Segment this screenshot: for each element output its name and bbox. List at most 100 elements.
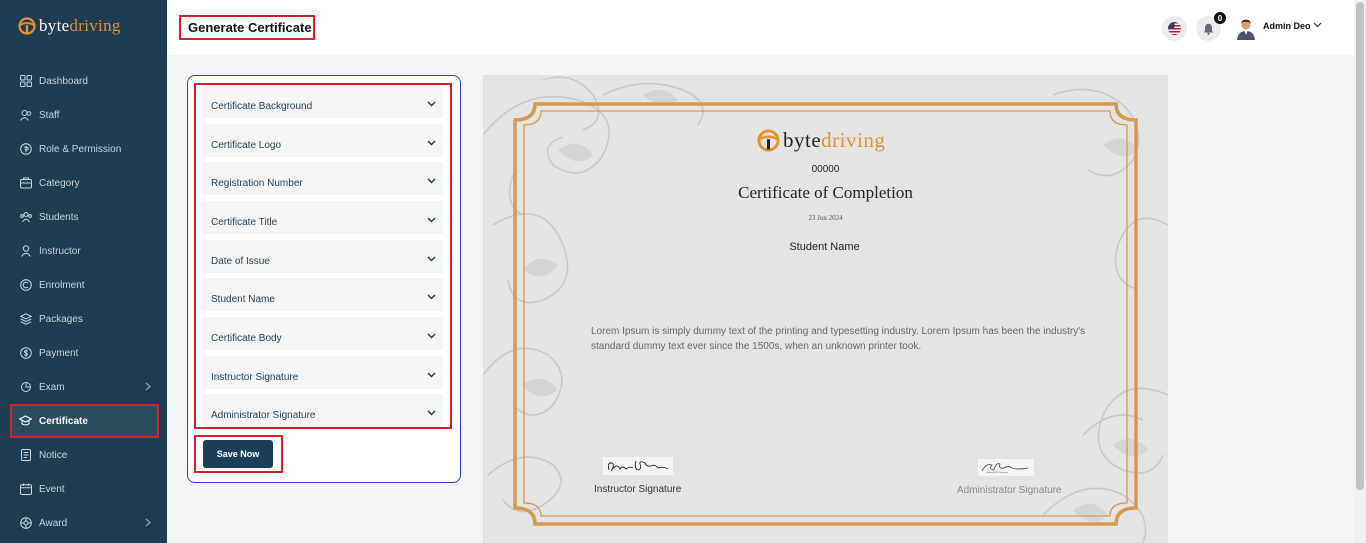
chevron-down-icon <box>427 333 436 339</box>
sidebar-item-label: Award <box>39 517 68 529</box>
app-logo[interactable]: bytedriving <box>18 14 121 38</box>
sidebar-item-label: Exam <box>39 381 65 393</box>
accordion-certificate-logo[interactable]: Certificate Logo <box>203 124 443 157</box>
page-title: Generate Certificate <box>179 15 315 40</box>
sidebar-item-label: Enrolment <box>39 279 85 291</box>
event-icon <box>19 483 32 496</box>
certificate-preview: bytedriving 00000 Certificate of Complet… <box>483 75 1168 543</box>
top-header: Generate Certificate 0 Admin Deo <box>167 0 1354 55</box>
accordion-administrator-signature[interactable]: Administrator Signature <box>203 394 443 427</box>
steering-wheel-icon <box>18 17 36 35</box>
packages-icon <box>19 313 32 326</box>
sidebar-item-certificate[interactable]: Certificate <box>10 404 159 438</box>
notification-badge: 0 <box>1214 12 1226 24</box>
chevron-down-icon[interactable] <box>1313 22 1322 28</box>
language-button[interactable] <box>1162 16 1187 41</box>
chevron-down-icon <box>427 372 436 378</box>
sidebar-item-event[interactable]: Event <box>0 472 167 506</box>
chevron-down-icon <box>427 410 436 416</box>
accordion-label: Instructor Signature <box>211 372 299 383</box>
sidebar-item-exam[interactable]: Exam <box>0 370 167 404</box>
instructor-icon <box>19 245 32 258</box>
chevron-down-icon <box>427 256 436 262</box>
date-of-issue: 23 Jun 2024 <box>808 214 843 222</box>
administrator-signature-label: Administrator Signature <box>957 485 1062 496</box>
enrolment-icon <box>19 279 32 292</box>
accordion-label: Date of Issue <box>211 256 270 267</box>
accordion-label: Administrator Signature <box>211 410 316 421</box>
sidebar: bytedriving Dashboard Staff Role & Permi… <box>0 0 167 543</box>
chevron-down-icon <box>427 101 436 107</box>
chevron-right-icon <box>145 382 151 394</box>
sidebar-item-students[interactable]: Students <box>0 200 167 234</box>
sidebar-item-instructor[interactable]: Instructor <box>0 234 167 268</box>
dashboard-icon <box>19 75 32 88</box>
sidebar-item-label: Certificate <box>39 415 88 427</box>
certificate-logo-text: bytedriving <box>783 127 886 152</box>
user-name[interactable]: Admin Deo <box>1263 21 1311 31</box>
page-scrollbar[interactable] <box>1354 0 1366 543</box>
save-button-highlight: Save Now <box>194 435 283 473</box>
student-name: Student Name <box>789 241 860 253</box>
chevron-down-icon <box>427 294 436 300</box>
accordion-label: Certificate Background <box>211 101 313 112</box>
settings-accordion: Certificate Background Certificate Logo … <box>194 83 452 429</box>
sidebar-item-packages[interactable]: Packages <box>0 302 167 336</box>
accordion-student-name[interactable]: Student Name <box>203 278 443 311</box>
scrollbar-thumb[interactable] <box>1356 2 1364 490</box>
accordion-certificate-title[interactable]: Certificate Title <box>203 201 443 234</box>
sidebar-item-label: Instructor <box>39 245 81 257</box>
instructor-signature-label: Instructor Signature <box>594 484 682 495</box>
sidebar-item-label: Notice <box>39 449 68 461</box>
bell-icon <box>1203 23 1214 35</box>
chevron-down-icon <box>427 217 436 223</box>
accordion-certificate-body[interactable]: Certificate Body <box>203 317 443 350</box>
sidebar-item-label: Staff <box>39 109 60 121</box>
certificate-settings-panel: Certificate Background Certificate Logo … <box>187 75 461 483</box>
sidebar-item-award[interactable]: Award <box>0 506 167 540</box>
avatar[interactable] <box>1236 18 1256 40</box>
sidebar-nav: Dashboard Staff Role & Permission Catego… <box>0 64 167 540</box>
chevron-right-icon <box>145 518 151 530</box>
sidebar-item-staff[interactable]: Staff <box>0 98 167 132</box>
award-icon <box>19 517 32 530</box>
notice-icon <box>19 449 32 462</box>
administrator-signature-image <box>978 459 1034 476</box>
certificate-icon <box>19 415 32 428</box>
certificate-title: Certificate of Completion <box>738 183 913 202</box>
accordion-label: Student Name <box>211 294 275 305</box>
save-now-button[interactable]: Save Now <box>203 440 273 468</box>
us-flag-icon <box>1168 22 1181 35</box>
accordion-label: Certificate Body <box>211 333 282 344</box>
instructor-signature-image <box>603 457 673 475</box>
chevron-down-icon <box>427 178 436 184</box>
sidebar-item-role-permission[interactable]: Role & Permission <box>0 132 167 166</box>
accordion-label: Certificate Logo <box>211 140 282 151</box>
sidebar-item-enrolment[interactable]: Enrolment <box>0 268 167 302</box>
role-permission-icon <box>19 143 32 156</box>
payment-icon <box>19 347 32 360</box>
steering-wheel-icon <box>757 129 780 151</box>
exam-icon <box>19 381 32 394</box>
category-icon <box>19 177 32 190</box>
accordion-label: Registration Number <box>211 178 303 189</box>
sidebar-item-label: Role & Permission <box>39 143 122 155</box>
certificate-body: Lorem Ipsum is simply dummy text of the … <box>591 326 1086 352</box>
sidebar-item-dashboard[interactable]: Dashboard <box>0 64 167 98</box>
sidebar-item-label: Category <box>39 177 80 189</box>
certificate-logo: bytedriving <box>757 127 885 153</box>
accordion-certificate-background[interactable]: Certificate Background <box>203 85 443 118</box>
accordion-instructor-signature[interactable]: Instructor Signature <box>203 356 443 389</box>
sidebar-item-category[interactable]: Category <box>0 166 167 200</box>
registration-number: 00000 <box>811 164 840 175</box>
sidebar-item-label: Event <box>39 483 65 495</box>
sidebar-item-label: Payment <box>39 347 79 359</box>
accordion-date-of-issue[interactable]: Date of Issue <box>203 240 443 273</box>
sidebar-item-payment[interactable]: Payment <box>0 336 167 370</box>
accordion-registration-number[interactable]: Registration Number <box>203 162 443 195</box>
sidebar-item-label: Students <box>39 211 79 223</box>
students-icon <box>19 211 32 224</box>
app-logo-text: bytedriving <box>39 16 121 35</box>
sidebar-item-label: Packages <box>39 313 83 325</box>
sidebar-item-notice[interactable]: Notice <box>0 438 167 472</box>
